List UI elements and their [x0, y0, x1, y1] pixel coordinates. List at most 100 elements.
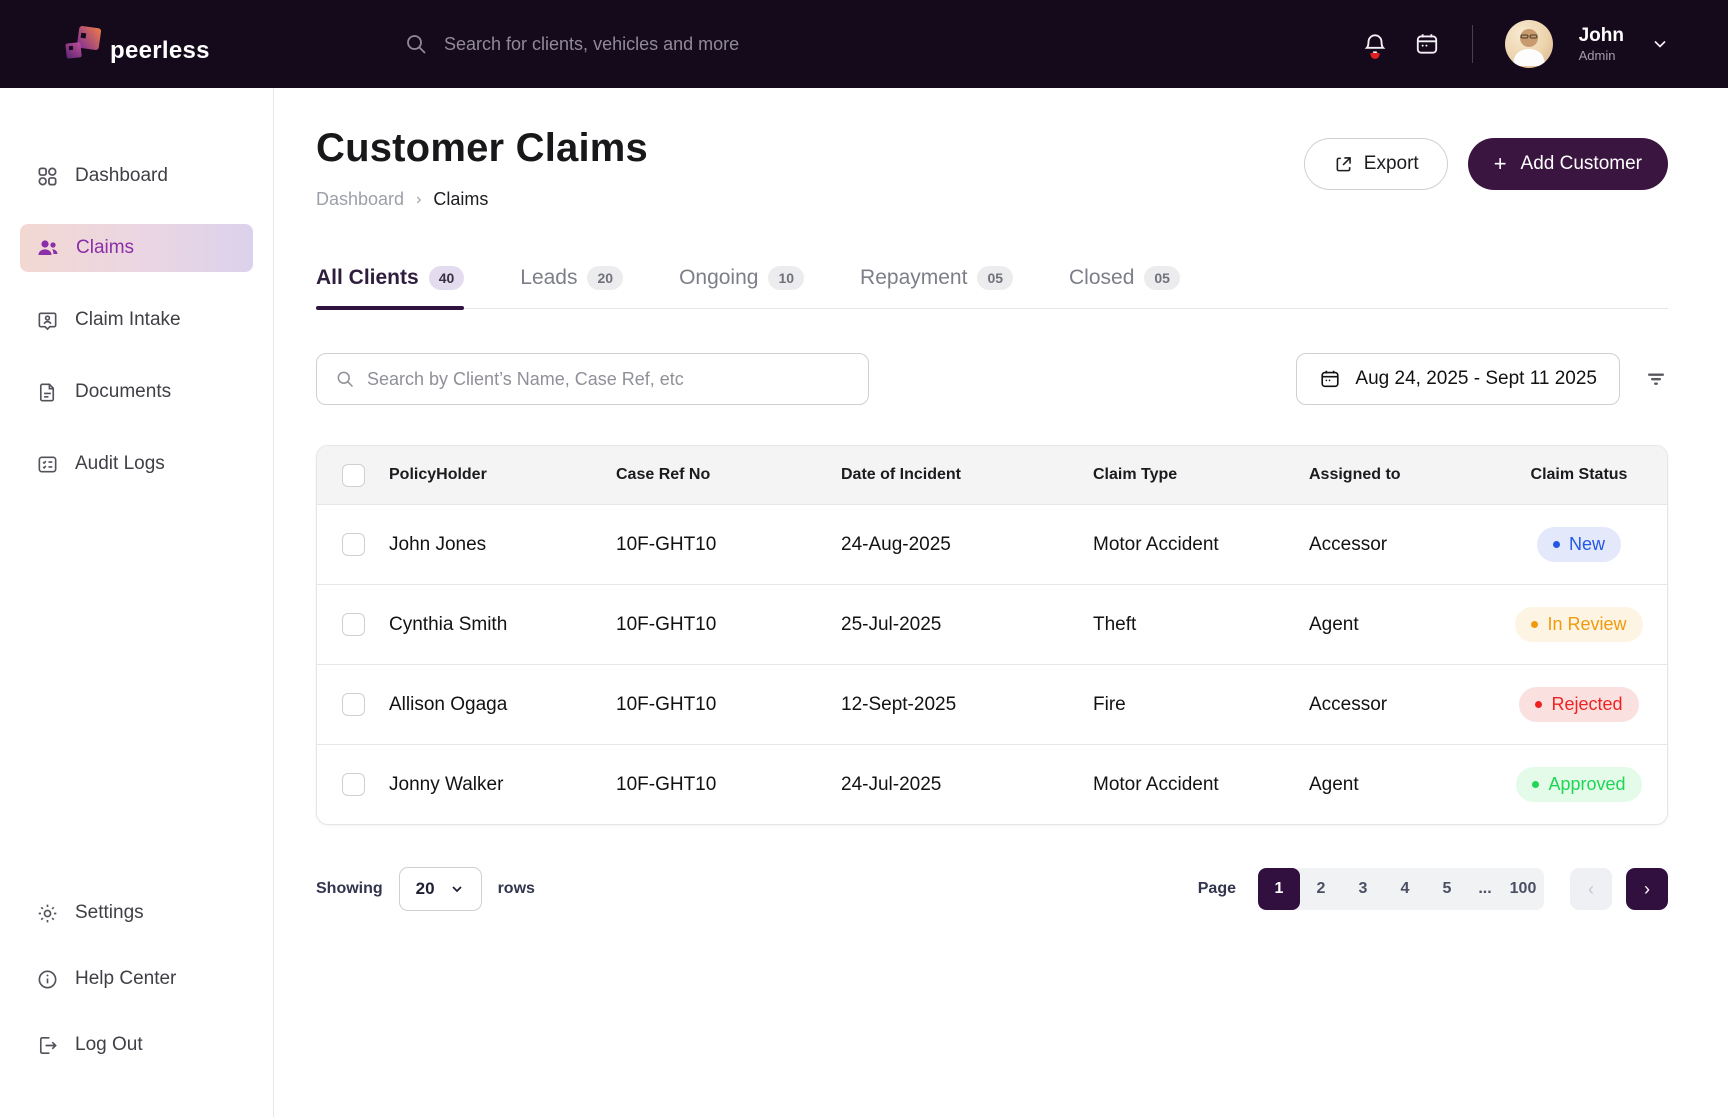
- user-menu-chevron-down-icon[interactable]: [1650, 34, 1670, 54]
- page-number-100[interactable]: 100: [1502, 868, 1544, 910]
- cell-claim-type: Fire: [1093, 693, 1126, 715]
- tab-label: Ongoing: [679, 266, 759, 289]
- global-search: [404, 32, 1362, 56]
- cell-policyholder: John Jones: [389, 533, 487, 555]
- info-circle-icon: [36, 968, 59, 991]
- claims-search-input[interactable]: [367, 368, 850, 390]
- previous-page-button[interactable]: ‹: [1570, 868, 1612, 910]
- topbar-actions: John Admin: [1362, 20, 1670, 68]
- search-icon: [335, 369, 355, 389]
- page-number-5[interactable]: 5: [1426, 868, 1468, 910]
- status-label: In Review: [1547, 614, 1627, 634]
- add-customer-label: Add Customer: [1520, 153, 1642, 174]
- sidebar-item-label: Claims: [76, 237, 135, 258]
- page-number-4[interactable]: 4: [1384, 868, 1426, 910]
- row-checkbox[interactable]: [341, 693, 365, 716]
- tab-count-badge: 05: [1144, 266, 1180, 290]
- claims-people-icon: [36, 236, 60, 260]
- row-checkbox[interactable]: [341, 613, 365, 636]
- page-number-3[interactable]: 3: [1342, 868, 1384, 910]
- tab-count-badge: 40: [428, 266, 465, 290]
- export-button[interactable]: Export: [1303, 138, 1448, 190]
- sidebar-item-label: Dashboard: [75, 165, 168, 186]
- table-row[interactable]: Cynthia Smith 10F-GHT10 25-Jul-2025 Thef…: [317, 584, 1667, 664]
- status-badge: In Review: [1515, 607, 1643, 642]
- cell-claim-type: Motor Accident: [1093, 773, 1219, 795]
- status-badge: New: [1536, 527, 1621, 562]
- tab-all-clients[interactable]: All Clients 40: [316, 266, 465, 310]
- cell-assigned-to: Agent: [1309, 773, 1359, 795]
- sidebar-item-label: Audit Logs: [75, 453, 165, 474]
- select-all-checkbox[interactable]: [341, 463, 365, 487]
- cell-policyholder: Cynthia Smith: [389, 613, 508, 635]
- logout-icon: [36, 1034, 59, 1057]
- tab-label: All Clients: [316, 266, 419, 289]
- sidebar-item-dashboard[interactable]: Dashboard: [20, 152, 253, 200]
- sidebar-item-log-out[interactable]: Log Out: [20, 1021, 253, 1069]
- breadcrumb-dashboard[interactable]: Dashboard: [316, 189, 404, 210]
- claims-tabs: All Clients 40 Leads 20 Ongoing 10 Repay…: [316, 266, 1668, 310]
- status-dot-icon: [1531, 621, 1539, 628]
- tab-leads[interactable]: Leads 20: [520, 266, 624, 308]
- header-actions: Export + Add Customer: [1303, 138, 1668, 190]
- documents-file-icon: [36, 381, 59, 404]
- user-avatar[interactable]: [1504, 20, 1553, 68]
- search-icon: [404, 32, 428, 56]
- cell-date: 24-Aug-2025: [841, 533, 951, 555]
- sidebar-item-label: Documents: [75, 381, 172, 402]
- global-search-input[interactable]: [444, 33, 864, 55]
- tab-count-badge: 20: [587, 266, 624, 290]
- chevron-left-icon: ‹: [1588, 878, 1594, 899]
- sidebar-item-label: Log Out: [75, 1034, 143, 1055]
- sidebar-item-documents[interactable]: Documents: [20, 368, 253, 416]
- user-meta: John Admin: [1579, 25, 1624, 63]
- plus-icon: +: [1493, 151, 1507, 176]
- tab-count-badge: 10: [768, 266, 805, 290]
- cell-assigned-to: Agent: [1309, 613, 1359, 635]
- breadcrumb: Dashboard › Claims: [316, 189, 648, 210]
- status-dot-icon: [1552, 541, 1560, 548]
- column-header-claim-status: Claim Status: [1530, 466, 1628, 483]
- filter-icon[interactable]: [1644, 367, 1668, 391]
- cell-claim-type: Motor Accident: [1093, 533, 1219, 555]
- table-row[interactable]: Jonny Walker 10F-GHT10 24-Jul-2025 Motor…: [317, 744, 1667, 824]
- tab-label: Repayment: [860, 266, 968, 289]
- sidebar-nav: Dashboard Claims Claim Intake Documents …: [20, 152, 253, 512]
- tab-ongoing[interactable]: Ongoing 10: [679, 266, 805, 308]
- add-customer-button[interactable]: + Add Customer: [1467, 138, 1668, 190]
- notifications-bell-icon[interactable]: [1362, 31, 1388, 59]
- table-row[interactable]: John Jones 10F-GHT10 24-Aug-2025 Motor A…: [317, 504, 1667, 584]
- sidebar-item-audit-logs[interactable]: Audit Logs: [20, 440, 253, 488]
- calendar-icon: [1319, 368, 1341, 390]
- cell-assigned-to: Accessor: [1309, 533, 1388, 555]
- page-ellipsis: ...: [1478, 880, 1492, 897]
- page-number-1[interactable]: 1: [1258, 868, 1300, 910]
- claim-intake-badge-icon: [36, 309, 59, 332]
- rows-per-page-select[interactable]: 20: [398, 867, 482, 911]
- chevron-right-icon: ›: [1644, 878, 1650, 899]
- tab-closed[interactable]: Closed 05: [1069, 266, 1180, 308]
- row-checkbox[interactable]: [341, 533, 365, 556]
- sidebar-item-claim-intake[interactable]: Claim Intake: [20, 296, 253, 344]
- user-role: Admin: [1578, 47, 1616, 63]
- brand-name: peerless: [110, 37, 210, 64]
- cell-assigned-to: Accessor: [1309, 693, 1388, 715]
- chevron-down-icon: [451, 886, 462, 893]
- tab-label: Leads: [520, 266, 578, 289]
- sidebar-item-settings[interactable]: Settings: [20, 889, 253, 937]
- sidebar-item-claims[interactable]: Claims: [20, 224, 253, 272]
- row-checkbox[interactable]: [341, 773, 365, 796]
- cell-date: 24-Jul-2025: [841, 773, 942, 795]
- tab-repayment[interactable]: Repayment 05: [860, 266, 1014, 308]
- peerless-logo-icon: [64, 21, 108, 67]
- cell-case-ref: 10F-GHT10: [616, 613, 717, 635]
- calendar-icon[interactable]: [1414, 31, 1440, 57]
- topbar: peerless Search for clients, vehicles an…: [0, 0, 1728, 88]
- brand-logo[interactable]: peerless: [64, 21, 274, 67]
- page-number-2[interactable]: 2: [1300, 868, 1342, 910]
- table-header-row: PolicyHolder Case Ref No Date of Inciden…: [317, 446, 1667, 504]
- sidebar-item-help-center[interactable]: Help Center: [20, 955, 253, 1003]
- date-range-button[interactable]: Aug 24, 2025 - Sept 11 2025: [1296, 353, 1620, 405]
- next-page-button[interactable]: ›: [1626, 868, 1668, 910]
- table-row[interactable]: Allison Ogaga 10F-GHT10 12-Sept-2025 Fir…: [317, 664, 1667, 744]
